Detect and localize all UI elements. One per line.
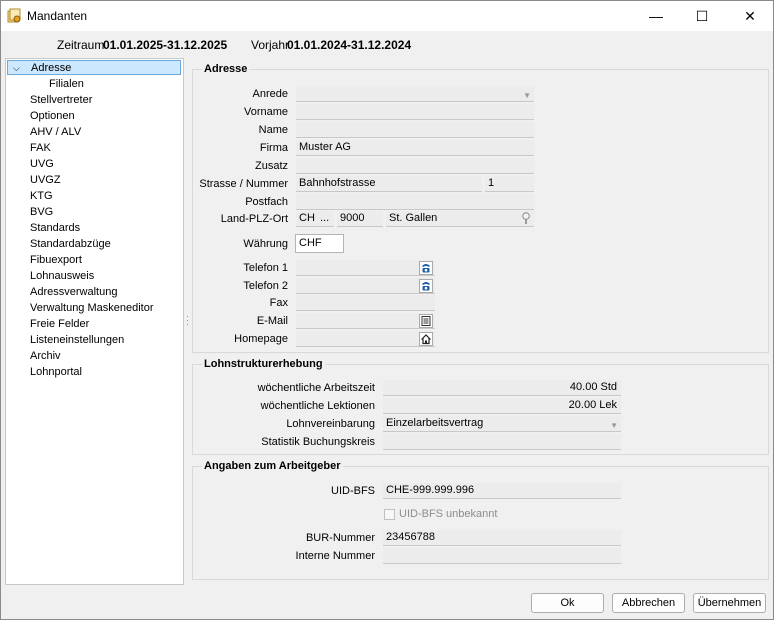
- homepage-label: Homepage: [234, 333, 288, 345]
- bur-label: BUR-Nummer: [305, 532, 375, 544]
- lohnvereinbarung-value: Einzelarbeitsvertrag: [386, 417, 484, 429]
- nav-item-adresse[interactable]: ⌵ Adresse: [7, 60, 181, 75]
- nav-item-fibuexport[interactable]: Fibuexport: [30, 254, 82, 266]
- lohnvereinbarung-label: Lohnvereinbarung: [286, 418, 375, 430]
- ort-field[interactable]: St. Gallen: [386, 211, 534, 227]
- uebernehmen-button[interactable]: Übernehmen: [693, 593, 766, 613]
- nav-item-filialen[interactable]: Filialen: [49, 78, 84, 90]
- abbrechen-button[interactable]: Abbrechen: [612, 593, 685, 613]
- nav-item-archiv[interactable]: Archiv: [30, 350, 61, 362]
- zeitraum-label: Zeitraum: [57, 38, 105, 52]
- uid-label: UID-BFS: [331, 485, 375, 497]
- nav-item-uvgz[interactable]: UVGZ: [30, 174, 61, 186]
- email-label: E-Mail: [256, 315, 288, 327]
- bur-field[interactable]: 23456788: [383, 530, 621, 546]
- name-label: Name: [258, 124, 288, 136]
- vorname-label: Vorname: [243, 106, 288, 118]
- land-more-button[interactable]: ...: [320, 211, 329, 226]
- nav-item-ktg[interactable]: KTG: [30, 190, 53, 202]
- buchungskreis-label: Statistik Buchungskreis: [261, 436, 375, 448]
- postfach-field[interactable]: [296, 194, 534, 210]
- dialog-window: Mandanten — ☐ ✕ Zeitraum 01.01.2025-31.1…: [0, 0, 774, 620]
- title-bar: Mandanten — ☐ ✕: [1, 1, 773, 31]
- nav-item-lohnausweis[interactable]: Lohnausweis: [30, 270, 94, 282]
- zusatz-field[interactable]: [296, 158, 534, 174]
- telefon1-label: Telefon 1: [243, 262, 288, 274]
- phone-icon[interactable]: [419, 279, 433, 293]
- email-field[interactable]: [296, 313, 435, 329]
- arbeitszeit-label: wöchentliche Arbeitszeit: [257, 382, 375, 394]
- vorname-field[interactable]: [296, 104, 534, 120]
- nav-item-stellvertreter[interactable]: Stellvertreter: [30, 94, 92, 106]
- splitter-handle[interactable]: · · ·: [186, 312, 189, 329]
- ok-button[interactable]: Ok: [531, 593, 604, 613]
- window-title: Mandanten: [27, 9, 88, 23]
- chevron-down-icon[interactable]: ⌵: [13, 61, 20, 75]
- zeitraum-value: 01.01.2025-31.12.2025: [103, 38, 228, 52]
- strasse-field[interactable]: Bahnhofstrasse: [296, 176, 482, 192]
- app-icon: [7, 8, 21, 23]
- close-button[interactable]: ✕: [727, 1, 773, 31]
- dropdown-arrow-icon: ▼: [523, 91, 531, 100]
- name-field[interactable]: [296, 122, 534, 138]
- plz-field[interactable]: 9000: [337, 211, 383, 227]
- vorjahr-label: Vorjahr: [251, 38, 290, 52]
- waehrung-field[interactable]: CHF: [295, 234, 344, 253]
- buchungskreis-field[interactable]: [383, 434, 621, 450]
- fax-field[interactable]: [296, 295, 435, 311]
- land-field[interactable]: CH ...: [296, 211, 334, 227]
- dropdown-arrow-icon: ▼: [610, 421, 618, 430]
- lohnstruktur-title: Lohnstrukturerhebung: [202, 358, 325, 370]
- nav-item-maskeneditor[interactable]: Verwaltung Maskeneditor: [30, 302, 154, 314]
- nav-item-fak[interactable]: FAK: [30, 142, 51, 154]
- ort-value: St. Gallen: [389, 212, 438, 224]
- maximize-button[interactable]: ☐: [679, 1, 725, 31]
- phone-icon[interactable]: [419, 261, 433, 275]
- homepage-field[interactable]: [296, 331, 435, 347]
- uid-unbekannt-label: UID-BFS unbekannt: [399, 508, 498, 520]
- interne-nummer-label: Interne Nummer: [295, 550, 375, 562]
- location-pin-icon[interactable]: [521, 212, 531, 225]
- hausnummer-field[interactable]: 1: [485, 176, 534, 192]
- anrede-select[interactable]: ▼: [296, 86, 534, 102]
- lektionen-label: wöchentliche Lektionen: [260, 400, 375, 412]
- fax-label: Fax: [269, 297, 288, 309]
- adresse-title: Adresse: [202, 63, 250, 75]
- nav-item-freie-felder[interactable]: Freie Felder: [30, 318, 89, 330]
- nav-item-label: Adresse: [31, 62, 72, 74]
- anrede-label: Anrede: [252, 88, 288, 100]
- nav-item-ahv-alv[interactable]: AHV / ALV: [30, 126, 81, 138]
- minimize-button[interactable]: —: [633, 1, 679, 31]
- telefon1-field[interactable]: [296, 260, 435, 276]
- arbeitgeber-title: Angaben zum Arbeitgeber: [202, 460, 343, 472]
- firma-field[interactable]: Muster AG: [296, 140, 534, 156]
- nav-item-bvg[interactable]: BVG: [30, 206, 53, 218]
- nav-item-lohnportal[interactable]: Lohnportal: [30, 366, 82, 378]
- telefon2-label: Telefon 2: [243, 280, 288, 292]
- nav-item-standardabzuege[interactable]: Standardabzüge: [30, 238, 111, 250]
- nav-item-optionen[interactable]: Optionen: [30, 110, 75, 122]
- interne-nummer-field[interactable]: [383, 548, 621, 564]
- strasse-label: Strasse / Nummer: [199, 178, 288, 190]
- uid-field[interactable]: CHE-999.999.996: [383, 483, 621, 499]
- land-plz-ort-label: Land-PLZ-Ort: [220, 213, 288, 225]
- vorjahr-value: 01.01.2024-31.12.2024: [287, 38, 412, 52]
- lohnvereinbarung-select[interactable]: Einzelarbeitsvertrag ▼: [383, 416, 621, 432]
- nav-item-standards[interactable]: Standards: [30, 222, 80, 234]
- firma-label: Firma: [259, 142, 288, 154]
- navigation-tree: ⌵ Adresse Filialen Stellvertreter Option…: [5, 58, 184, 585]
- postfach-label: Postfach: [245, 196, 288, 208]
- nav-item-listeneinstellungen[interactable]: Listeneinstellungen: [30, 334, 124, 346]
- home-icon[interactable]: [419, 332, 433, 346]
- nav-item-adressverwaltung[interactable]: Adressverwaltung: [30, 286, 117, 298]
- arbeitszeit-field[interactable]: 40.00 Std: [383, 380, 621, 396]
- land-value: CH: [299, 212, 315, 224]
- telefon2-field[interactable]: [296, 278, 435, 294]
- zusatz-label: Zusatz: [254, 160, 288, 172]
- email-icon[interactable]: [419, 314, 433, 328]
- lektionen-field[interactable]: 20.00 Lek: [383, 398, 621, 414]
- nav-item-uvg[interactable]: UVG: [30, 158, 54, 170]
- uid-unbekannt-checkbox[interactable]: [384, 509, 395, 520]
- waehrung-label: Währung: [243, 238, 288, 250]
